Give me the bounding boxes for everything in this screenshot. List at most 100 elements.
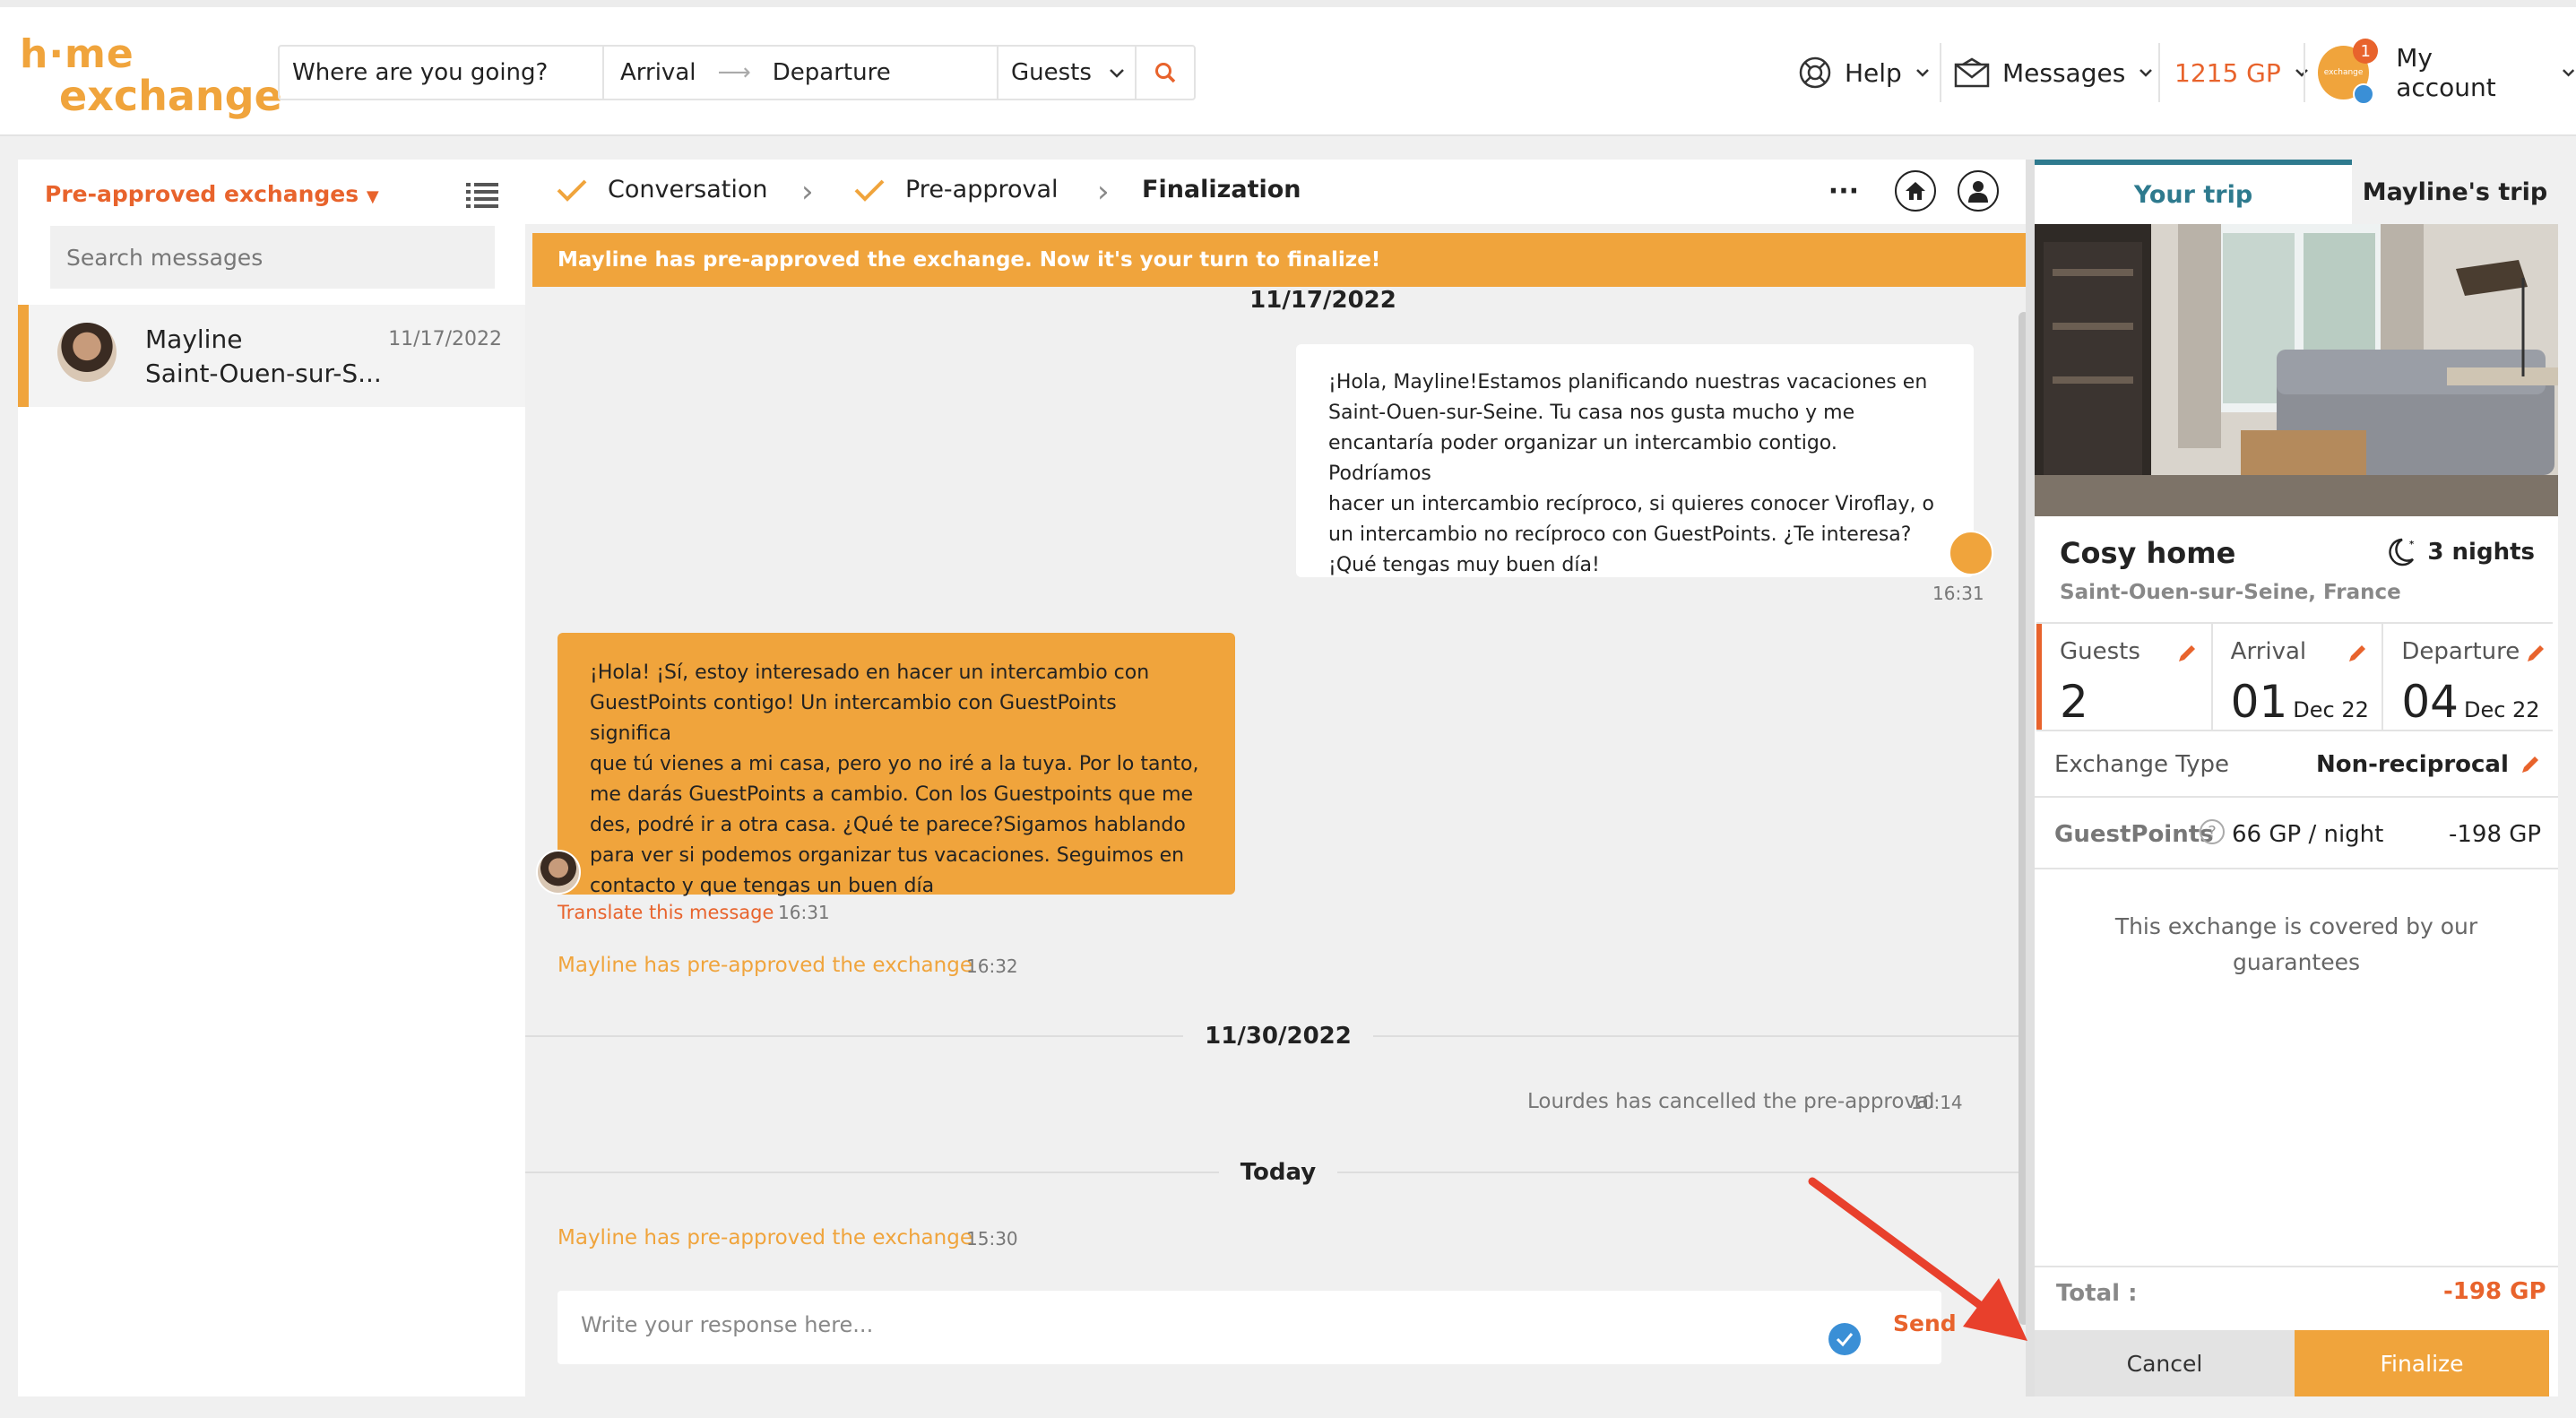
- help-label: Help: [1845, 57, 1902, 88]
- logo-line1: h·me: [20, 31, 134, 77]
- departure-value: 04 Dec 22: [2401, 676, 2539, 728]
- top-header: h·me exchange Where are you going? Arriv…: [0, 7, 2576, 136]
- message-line: Saint-Ouen-sur-Seine. Tu casa nos gusta …: [1328, 402, 1855, 424]
- dates-picker[interactable]: Arrival ⟶ Departure: [604, 47, 998, 99]
- moon-icon: *: [2389, 538, 2415, 566]
- sender-avatar: [1949, 531, 1993, 575]
- caret-down-icon: ▼: [366, 187, 379, 206]
- separator-line: [525, 1172, 1219, 1173]
- guestpoints-balance: 1215 GP: [2174, 57, 2281, 88]
- envelope-icon: [1954, 57, 1990, 88]
- event-time: 16:32: [966, 955, 1018, 977]
- logo-line2: exchange: [59, 72, 282, 120]
- chevron-right-icon: ›: [801, 174, 814, 210]
- message-line: GuestPoints contigo! Un intercambio con …: [590, 692, 1117, 745]
- help-circle-icon[interactable]: ?: [2200, 819, 2225, 844]
- svg-text:*: *: [2409, 540, 2415, 549]
- progress-steps: Conversation › Pre-approval › Finalizati…: [525, 160, 2035, 224]
- search-icon: [1155, 63, 1176, 83]
- exchange-type-value: Non-reciprocal: [2316, 751, 2509, 778]
- outgoing-message: ¡Hola, Mayline!Estamos planificando nues…: [1296, 344, 1974, 577]
- guestpoints-label: GuestPoints: [2054, 821, 2214, 848]
- guestpoints-total: -198 GP: [2449, 821, 2542, 848]
- exchange-type-label: Exchange Type: [2054, 751, 2230, 778]
- nights-label: 3 nights: [2427, 539, 2535, 566]
- send-button[interactable]: Send: [1893, 1310, 1957, 1336]
- finalize-banner: Mayline has pre-approved the exchange. N…: [532, 233, 2029, 287]
- search-messages-input[interactable]: Search messages: [50, 226, 495, 289]
- host-avatar: [57, 323, 117, 382]
- profile-icon[interactable]: [1958, 170, 1999, 212]
- chevron-down-icon: [2139, 69, 2153, 77]
- message-line: des, podré ir a otra casa. ¿Qué te parec…: [590, 814, 1186, 836]
- notification-badge: 1: [2353, 39, 2379, 64]
- trip-tabs: Your trip Mayline's trip: [2035, 160, 2558, 224]
- conversation-date: 11/17/2022: [388, 328, 502, 350]
- translate-message-link[interactable]: Translate this message: [558, 902, 774, 923]
- separator-line: [525, 1035, 1184, 1037]
- arrival-day: 01: [2230, 676, 2288, 728]
- account-menu[interactable]: exchange 1 My account: [2318, 39, 2576, 105]
- message-line: un intercambio no recíproco con GuestPoi…: [1328, 523, 1912, 546]
- finalize-button[interactable]: Finalize: [2295, 1330, 2549, 1396]
- step-label: Finalization: [1142, 176, 1301, 203]
- search-button[interactable]: [1137, 47, 1194, 99]
- header-divider: [2158, 43, 2160, 102]
- arrival-month: Dec 22: [2293, 697, 2369, 722]
- chevron-down-icon: [2562, 69, 2574, 77]
- lifebuoy-icon: [1799, 56, 1831, 89]
- home-icon[interactable]: [1895, 170, 1936, 212]
- message-line: ¡Qué tengas muy buen día!: [1328, 554, 1600, 576]
- conversation-location: Saint-Ouen-sur-S...: [145, 359, 382, 388]
- pencil-icon[interactable]: [2346, 642, 2369, 665]
- message-line: para ver si podemos organizar tus vacaci…: [590, 844, 1185, 867]
- pane-divider: [2026, 160, 2035, 1396]
- guests-value: 2: [2060, 676, 2088, 728]
- pencil-icon[interactable]: [2519, 753, 2542, 776]
- step-label: Conversation: [608, 176, 768, 203]
- more-options-icon[interactable]: ···: [1828, 176, 1859, 207]
- arrival-field[interactable]: Arrival: [620, 59, 696, 86]
- response-input[interactable]: Write your response here...: [581, 1312, 873, 1337]
- step-label: Pre-approval: [905, 176, 1059, 203]
- date-label: 11/17/2022: [1249, 287, 1396, 314]
- message-line: ¡Hola! ¡Sí, estoy interesado en hacer un…: [590, 661, 1150, 684]
- total-label: Total :: [2056, 1280, 2138, 1307]
- departure-field[interactable]: Departure: [773, 59, 891, 86]
- message-line: que tú vienes a mi casa, pero yo no iré …: [590, 753, 1199, 775]
- tab-maylines-trip[interactable]: Mayline's trip: [2352, 160, 2558, 224]
- account-avatar[interactable]: exchange 1: [2318, 39, 2379, 105]
- help-menu[interactable]: Help: [1798, 45, 1931, 100]
- departure-cell[interactable]: Departure 04 Dec 22: [2383, 624, 2553, 730]
- cancel-button[interactable]: Cancel: [2035, 1330, 2295, 1396]
- tab-your-trip[interactable]: Your trip: [2035, 160, 2352, 224]
- step-finalization[interactable]: Finalization: [1142, 176, 1301, 203]
- homeexchange-logo[interactable]: h·me exchange: [20, 34, 282, 117]
- list-view-icon[interactable]: [466, 181, 498, 212]
- home-photo[interactable]: [2035, 224, 2558, 516]
- verified-check-icon: [2353, 83, 2375, 105]
- home-location: Saint-Ouen-sur-Seine, France: [2060, 581, 2401, 604]
- message-composer[interactable]: Write your response here... Send: [558, 1291, 1957, 1364]
- trip-summary-panel: Your trip Mayline's trip Cosy home * 3 n…: [2035, 160, 2558, 1396]
- pencil-icon[interactable]: [2524, 642, 2547, 665]
- spellcheck-icon: [1828, 1323, 1861, 1355]
- conversation-item[interactable]: Mayline Saint-Ouen-sur-S... 11/17/2022: [18, 305, 525, 407]
- guests-select[interactable]: Guests: [998, 47, 1137, 99]
- guestpoints-menu[interactable]: 1215 GP: [2174, 45, 2310, 100]
- messages-menu[interactable]: Messages: [1954, 45, 2154, 100]
- guests-cell[interactable]: Guests 2: [2036, 624, 2213, 730]
- message-line: ¡Hola, Mayline!Estamos planificando nues…: [1328, 371, 1928, 393]
- step-conversation[interactable]: Conversation: [556, 176, 768, 203]
- guests-label: Guests: [2060, 638, 2140, 665]
- avatar-logo-text: exchange: [2323, 68, 2364, 77]
- message-line: contacto y que tengas un buen día: [590, 875, 935, 897]
- pencil-icon[interactable]: [2175, 642, 2199, 665]
- where-input[interactable]: Where are you going?: [280, 47, 604, 99]
- event-time: 15:30: [966, 1228, 1018, 1249]
- arrival-cell[interactable]: Arrival 01 Dec 22: [2213, 624, 2384, 730]
- step-pre-approval[interactable]: Pre-approval: [853, 176, 1059, 203]
- separator-line: [1337, 1172, 2031, 1173]
- filter-dropdown[interactable]: Pre-approved exchanges ▼: [45, 181, 379, 207]
- departure-label: Departure: [2401, 638, 2520, 665]
